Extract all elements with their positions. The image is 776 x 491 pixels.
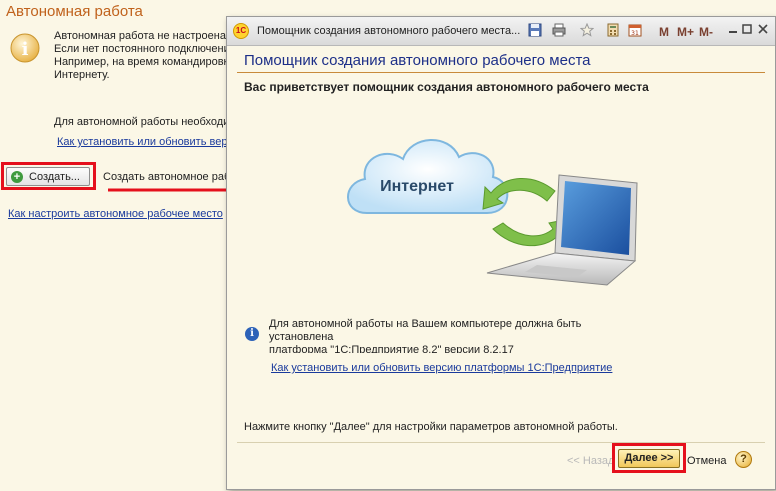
requirement-text: Для автономной работы необходимо: [54, 116, 234, 128]
title-bar: 1С Помощник создания автономного рабочег…: [227, 17, 775, 46]
wizard-heading: Помощник создания автономного рабочего м…: [244, 52, 591, 69]
help-button[interactable]: ?: [735, 451, 752, 468]
close-icon[interactable]: [755, 23, 771, 39]
notice-line: Автономная работа не настроена: [54, 30, 226, 42]
note-line: платформа "1С:Предприятие 8.2" версии 8.…: [269, 344, 514, 353]
app-logo-icon: 1С: [233, 23, 249, 39]
create-button-label: Создать...: [29, 170, 80, 183]
create-button[interactable]: + Создать...: [6, 167, 90, 186]
setup-offline-link[interactable]: Как настроить автономное рабочее место: [8, 208, 228, 220]
back-button[interactable]: << Назад: [567, 455, 614, 467]
memory-add-button[interactable]: M+: [677, 24, 694, 40]
form-title: Автономная работа: [6, 3, 143, 20]
info-icon: i: [245, 327, 259, 341]
calendar-icon[interactable]: 31: [627, 23, 643, 39]
howto-update-link[interactable]: Как установить или обновить версию: [57, 136, 232, 148]
maximize-icon[interactable]: [739, 23, 755, 39]
memory-button[interactable]: M: [659, 24, 669, 40]
platform-update-link[interactable]: Как установить или обновить версию платф…: [271, 362, 612, 374]
notice-line: Например, на время командировки: [54, 56, 234, 68]
internet-sync-illustration: Интернет: [347, 139, 638, 286]
note-line: Для автономной работы на Вашем компьютер…: [269, 318, 582, 330]
wizard-window: 1С Помощник создания автономного рабочег…: [226, 16, 776, 490]
cloud-label: Интернет: [380, 178, 454, 195]
print-icon[interactable]: [551, 23, 567, 39]
calculator-icon[interactable]: [605, 23, 621, 39]
memory-subtract-button[interactable]: M-: [699, 24, 713, 40]
info-icon: i: [10, 33, 40, 63]
heading-divider: [237, 72, 765, 73]
platform-requirement-note: Для автономной работы на Вашем компьютер…: [269, 318, 599, 353]
welcome-text: Вас приветствует помощник создания автон…: [244, 80, 649, 94]
window-title: Помощник создания автономного рабочего м…: [257, 25, 521, 37]
notice-line: Интернету.: [54, 69, 110, 81]
next-button[interactable]: Далее >>: [618, 449, 680, 468]
favorite-star-icon[interactable]: [579, 22, 595, 39]
cancel-button[interactable]: Отмена: [687, 455, 726, 467]
svg-text:i: i: [22, 39, 29, 60]
note-line: установлена: [269, 331, 334, 343]
notice-line: Если нет постоянного подключения: [54, 43, 234, 55]
offline-notice: Автономная работа не настроена Если нет …: [54, 30, 234, 82]
save-icon[interactable]: [527, 23, 543, 39]
add-icon: +: [11, 170, 23, 183]
next-instruction-text: Нажмите кнопку "Далее" для настройки пар…: [244, 421, 618, 433]
svg-text:31: 31: [631, 30, 639, 37]
